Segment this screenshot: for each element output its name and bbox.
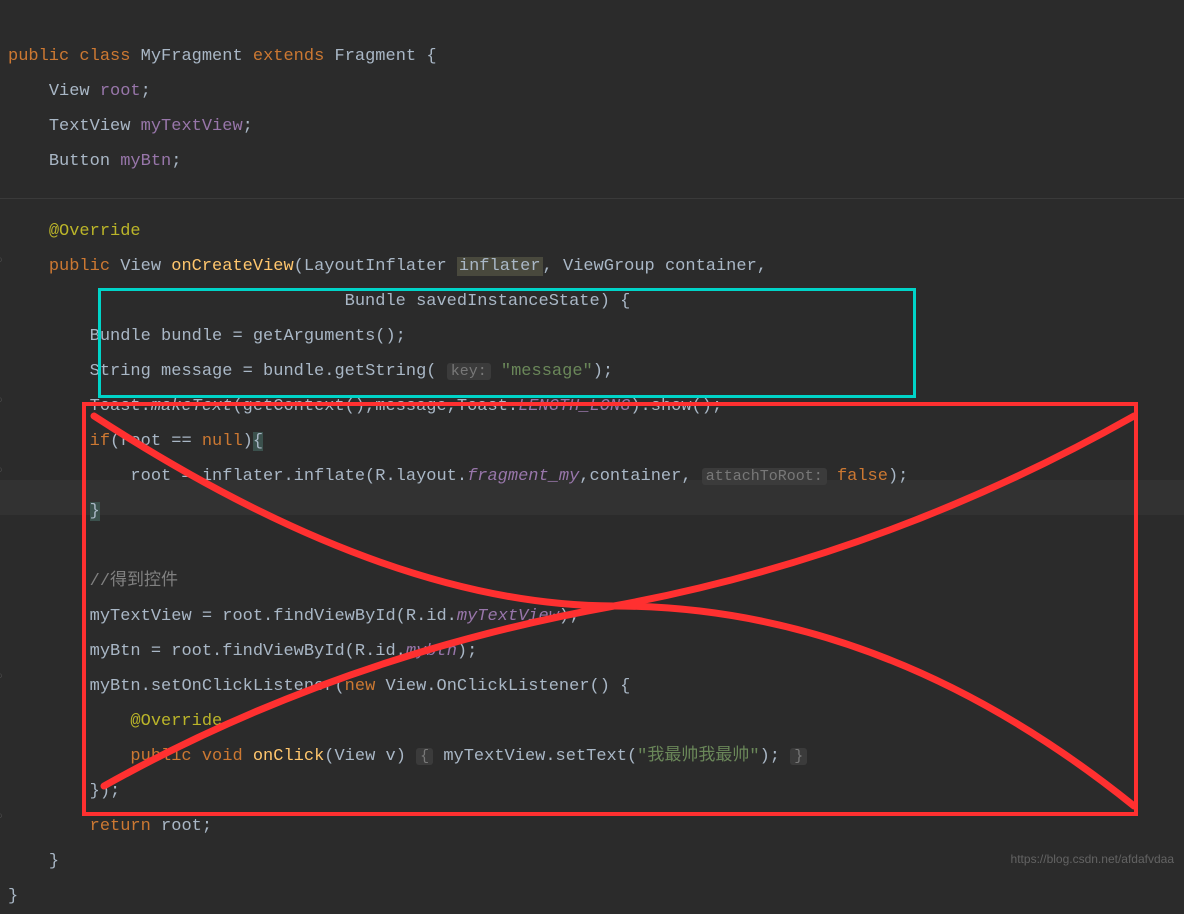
keyword-if: if: [90, 432, 110, 451]
param-hint: key:: [447, 363, 491, 380]
gutter: ○ ○ ○ ○ ○: [0, 0, 6, 885]
param-type: ViewGroup: [563, 257, 655, 276]
field-type: View: [49, 82, 90, 101]
resource-id: myTextView: [457, 607, 559, 626]
collapsed-brace: }: [790, 748, 807, 765]
code-line: Bundle bundle = getArguments();: [90, 327, 406, 346]
comment: //得到控件: [90, 572, 178, 591]
return-type: View: [120, 257, 161, 276]
constant: LENGTH_LONG: [518, 397, 630, 416]
watermark-text: https://blog.csdn.net/afdafvdaa: [1011, 842, 1174, 877]
brace: {: [416, 47, 436, 66]
keyword-null: null: [202, 432, 243, 451]
param-name: container: [665, 257, 757, 276]
field-name: root: [100, 82, 141, 101]
field-type: Button: [49, 152, 110, 171]
param-name-selected: inflater: [457, 257, 543, 276]
keyword-new: new: [345, 677, 376, 696]
annotation: @Override: [130, 712, 222, 731]
keyword-extends: extends: [253, 47, 324, 66]
field-name: myTextView: [141, 117, 243, 136]
override-gutter-icon[interactable]: ○: [0, 244, 3, 279]
override-gutter-icon[interactable]: ○: [0, 660, 3, 695]
keyword-class: class: [79, 47, 130, 66]
resource-id: mybtn: [406, 642, 457, 661]
override-gutter-icon[interactable]: ○: [0, 800, 3, 835]
field-type: TextView: [49, 117, 131, 136]
keyword-void: void: [202, 747, 243, 766]
method-name: onClick: [253, 747, 324, 766]
brace: }: [8, 887, 18, 906]
method-name: onCreateView: [171, 257, 293, 276]
string-literal: "我最帅我最帅": [637, 747, 759, 766]
param-hint: attachToRoot:: [702, 468, 827, 485]
keyword-public: public: [8, 47, 69, 66]
code-line: });: [90, 782, 121, 801]
override-gutter-icon[interactable]: ○: [0, 454, 3, 489]
brace-highlighted: {: [253, 432, 263, 451]
field-name: myBtn: [120, 152, 171, 171]
class-name: MyFragment: [141, 47, 243, 66]
static-method: makeText: [151, 397, 233, 416]
param-name: savedInstanceState: [416, 292, 600, 311]
keyword-public: public: [49, 257, 110, 276]
brace: }: [49, 852, 59, 871]
resource-id: fragment_my: [467, 467, 579, 486]
keyword-false: false: [837, 467, 888, 486]
param-type: LayoutInflater: [304, 257, 447, 276]
override-gutter-icon[interactable]: ○: [0, 384, 3, 419]
code-line: String message = bundle.getString(: [90, 362, 437, 381]
keyword-public: public: [130, 747, 191, 766]
brace-highlighted: }: [90, 502, 100, 521]
param-type: Bundle: [345, 292, 406, 311]
string-literal: "message": [501, 362, 593, 381]
code-editor[interactable]: public class MyFragment extends Fragment…: [0, 4, 1184, 914]
keyword-return: return: [90, 817, 151, 836]
super-class: Fragment: [335, 47, 417, 66]
collapsed-brace: {: [416, 748, 433, 765]
annotation: @Override: [49, 222, 141, 241]
